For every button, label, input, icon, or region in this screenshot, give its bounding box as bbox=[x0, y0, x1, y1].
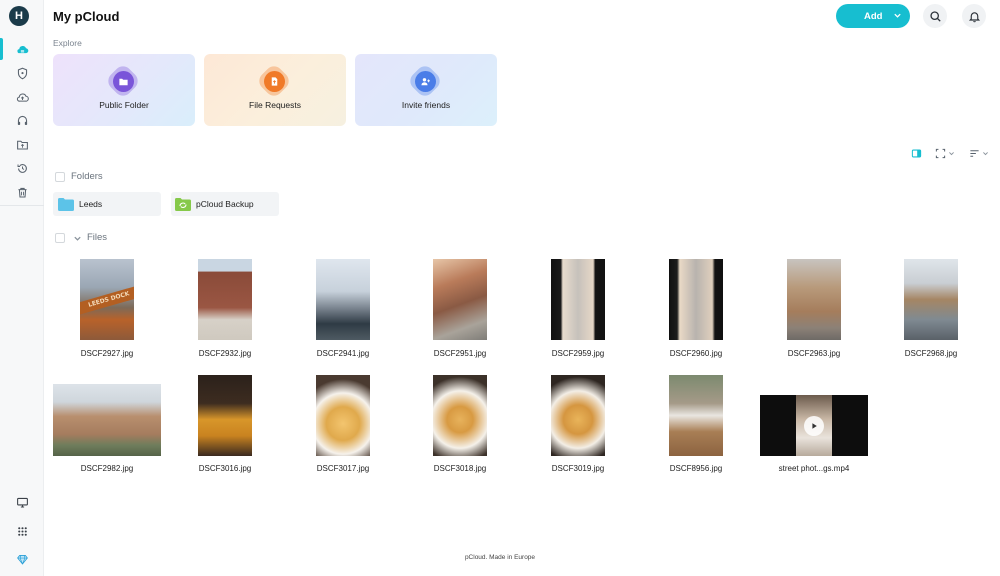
file-thumbnail[interactable] bbox=[433, 259, 487, 340]
files-section-label: Files bbox=[87, 232, 108, 243]
invite-friends-icon-wrap bbox=[406, 62, 444, 100]
card-label: Invite friends bbox=[401, 100, 451, 110]
file-requests-card[interactable]: File Requests bbox=[204, 54, 346, 126]
sidebar-item-drive[interactable] bbox=[0, 491, 44, 513]
view-mode-toggle[interactable] bbox=[935, 148, 955, 159]
file-thumbnail[interactable] bbox=[316, 375, 370, 456]
monitor-icon bbox=[16, 497, 28, 507]
search-button[interactable] bbox=[923, 4, 947, 28]
play-icon[interactable] bbox=[804, 416, 824, 436]
search-icon bbox=[929, 10, 941, 22]
trash-icon bbox=[17, 187, 27, 197]
file-thumbnail[interactable] bbox=[904, 259, 958, 340]
sign-graphic: LEEDS DOCK bbox=[80, 284, 134, 316]
file-thumbnail[interactable] bbox=[198, 259, 252, 340]
file-name: DSCF2959.jpg bbox=[551, 349, 605, 358]
folder-item-leeds[interactable]: Leeds bbox=[53, 192, 161, 216]
invite-friends-card[interactable]: Invite friends bbox=[355, 54, 497, 126]
folder-item-pcloud-backup[interactable]: pCloud Backup bbox=[171, 192, 279, 216]
file-name: DSCF2968.jpg bbox=[904, 349, 958, 358]
file-thumbnail[interactable] bbox=[669, 259, 723, 340]
sort-icon bbox=[970, 150, 979, 157]
file-name: DSCF3018.jpg bbox=[433, 464, 487, 473]
shield-icon bbox=[17, 67, 27, 79]
avatar[interactable]: H bbox=[9, 6, 29, 26]
file-name: DSCF3016.jpg bbox=[198, 464, 252, 473]
sidebar: H bbox=[0, 0, 44, 576]
info-panel-toggle[interactable] bbox=[911, 148, 922, 159]
add-button[interactable]: Add bbox=[836, 4, 910, 28]
file-name: DSCF8956.jpg bbox=[669, 464, 723, 473]
file-name: DSCF2941.jpg bbox=[316, 349, 370, 358]
files-select-all-checkbox[interactable] bbox=[55, 233, 65, 243]
shared-folder-icon bbox=[16, 140, 28, 149]
file-requests-icon-wrap bbox=[255, 62, 293, 100]
file-thumbnail[interactable]: LEEDS DOCK bbox=[80, 259, 134, 340]
file-thumbnail[interactable] bbox=[669, 375, 723, 456]
file-request-icon bbox=[271, 76, 277, 86]
sidebar-item-audio[interactable] bbox=[0, 109, 44, 131]
sidebar-item-shared[interactable] bbox=[0, 133, 44, 155]
card-label: Public Folder bbox=[99, 100, 149, 110]
invite-friends-icon bbox=[420, 77, 430, 85]
file-name: DSCF2982.jpg bbox=[80, 464, 134, 473]
sort-toggle[interactable] bbox=[969, 148, 989, 159]
chevron-down-icon bbox=[894, 13, 901, 18]
file-name: DSCF2951.jpg bbox=[433, 349, 487, 358]
sidebar-item-my-pcloud[interactable] bbox=[0, 38, 44, 60]
sidebar-item-apps[interactable] bbox=[0, 520, 44, 542]
cloud-icon bbox=[16, 45, 28, 53]
sidebar-item-rewind[interactable] bbox=[0, 157, 44, 179]
page-title: My pCloud bbox=[53, 9, 120, 24]
headphones-icon bbox=[17, 115, 27, 125]
footer-text: pCloud. Made in Europe bbox=[464, 554, 536, 561]
backup-folder-icon bbox=[175, 197, 191, 211]
sidebar-item-backup[interactable] bbox=[0, 86, 44, 108]
card-label: File Requests bbox=[249, 100, 301, 110]
file-name: DSCF2963.jpg bbox=[787, 349, 841, 358]
chevron-down-icon[interactable] bbox=[73, 234, 82, 243]
notifications-button[interactable] bbox=[962, 4, 986, 28]
public-folder-card[interactable]: Public Folder bbox=[53, 54, 195, 126]
folders-section-label: Folders bbox=[71, 171, 103, 182]
apps-grid-icon bbox=[17, 526, 27, 536]
chevron-down-icon bbox=[949, 152, 954, 156]
file-thumbnail[interactable] bbox=[551, 259, 605, 340]
file-name: DSCF2927.jpg bbox=[80, 349, 134, 358]
file-thumbnail[interactable] bbox=[787, 259, 841, 340]
file-thumbnail[interactable] bbox=[53, 384, 161, 456]
public-folder-icon-wrap bbox=[104, 62, 142, 100]
sidebar-item-trash[interactable] bbox=[0, 181, 44, 203]
history-icon bbox=[17, 163, 27, 173]
sidebar-item-crypto[interactable] bbox=[0, 62, 44, 84]
file-name: DSCF3017.jpg bbox=[316, 464, 370, 473]
add-button-label: Add bbox=[864, 10, 883, 22]
cloud-upload-icon bbox=[16, 93, 29, 102]
file-thumbnail[interactable] bbox=[433, 375, 487, 456]
file-thumbnail[interactable] bbox=[198, 375, 252, 456]
folder-name: Leeds bbox=[79, 199, 103, 209]
chevron-down-icon bbox=[983, 152, 988, 156]
folders-select-all-checkbox[interactable] bbox=[55, 172, 65, 182]
grid-view-icon bbox=[935, 148, 946, 159]
bell-icon bbox=[968, 11, 980, 22]
sidebar-divider bbox=[0, 205, 44, 206]
explore-label: Explore bbox=[53, 38, 82, 48]
side-panel-icon bbox=[911, 149, 922, 158]
file-thumbnail[interactable] bbox=[316, 259, 370, 340]
folder-name: pCloud Backup bbox=[196, 199, 254, 209]
file-thumbnail[interactable] bbox=[551, 375, 605, 456]
file-name: street phot...gs.mp4 bbox=[778, 464, 850, 473]
folder-icon bbox=[118, 78, 128, 85]
file-name: DSCF2932.jpg bbox=[198, 349, 252, 358]
video-thumbnail[interactable] bbox=[760, 395, 868, 456]
folder-icon bbox=[58, 197, 74, 211]
file-name: DSCF2960.jpg bbox=[669, 349, 723, 358]
file-name: DSCF3019.jpg bbox=[551, 464, 605, 473]
